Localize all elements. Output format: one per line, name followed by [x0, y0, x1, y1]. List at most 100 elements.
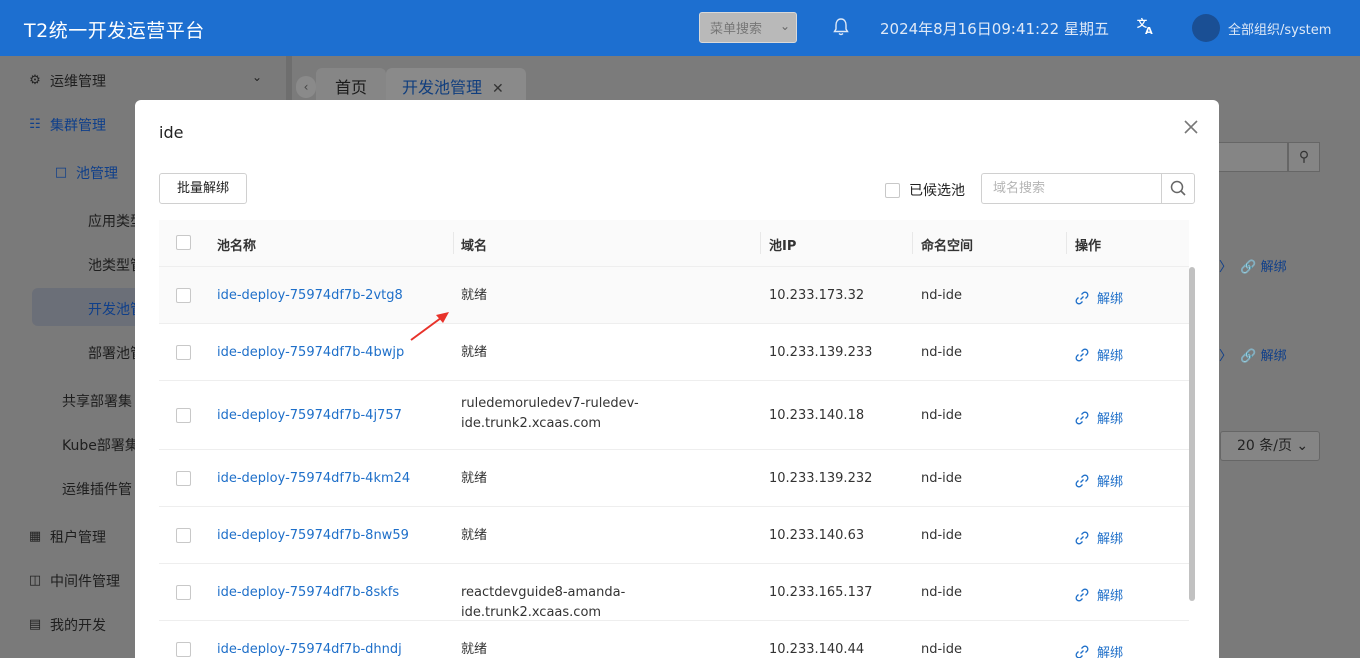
tab-scroll-left-icon[interactable]: ‹ — [296, 76, 316, 98]
table-scrollbar[interactable] — [1189, 267, 1195, 601]
close-icon[interactable]: ✕ — [492, 81, 504, 97]
select-all-checkbox[interactable] — [176, 235, 191, 250]
unbind-button[interactable]: 解绑 — [1075, 408, 1123, 427]
candidate-pool-checkbox[interactable]: 已候选池 — [885, 180, 965, 200]
sidebar-item-kube-deploy[interactable]: Kube部署集 — [62, 435, 139, 455]
bg-page-size-select: 20 条/页 ⌄ — [1220, 431, 1320, 461]
sidebar-item-shared-deploy[interactable]: 共享部署集 — [62, 391, 132, 411]
domain-cell: ruledemoruledev7-ruledev-ide.trunk2.xcaa… — [461, 396, 639, 431]
link-icon — [1075, 348, 1089, 361]
domain-search-input[interactable] — [981, 173, 1163, 204]
pool-name-link[interactable]: ide-deploy-75974df7b-4km24 — [217, 471, 410, 486]
row-checkbox[interactable] — [176, 642, 191, 657]
column-divider — [453, 232, 454, 254]
pool-name-link[interactable]: ide-deploy-75974df7b-2vtg8 — [217, 288, 403, 303]
row-checkbox[interactable] — [176, 345, 191, 360]
search-icon — [1170, 180, 1186, 196]
unbind-button[interactable]: 解绑 — [1075, 528, 1123, 547]
link-icon — [1075, 474, 1089, 487]
folder-icon: □ — [54, 165, 68, 180]
pool-ip-cell: 10.233.140.63 — [769, 528, 865, 543]
cluster-icon: ☷ — [29, 117, 41, 132]
search-button[interactable] — [1161, 173, 1195, 204]
gear-icon: ⚙ — [29, 73, 41, 88]
table-row: ide-deploy-75974df7b-8nw59 就绪 10.233.140.6… — [159, 507, 1189, 564]
namespace-cell: nd-ide — [921, 642, 963, 657]
sidebar-item-ops[interactable]: ⚙ 运维管理 — [28, 71, 106, 91]
column-divider — [912, 232, 913, 254]
link-icon — [1075, 411, 1089, 424]
sidebar-item-label: 中间件管理 — [50, 574, 120, 590]
pool-name-link[interactable]: ide-deploy-75974df7b-8skfs — [217, 585, 399, 600]
datetime-display: 2024年8月16日09:41:22 星期五 — [880, 20, 1109, 38]
checkbox[interactable] — [885, 182, 900, 198]
table-header: 池名称 域名 池IP 命名空间 操作 — [159, 220, 1189, 267]
dialog-title: ide — [159, 123, 184, 142]
table-row: ide-deploy-75974df7b-4km24 就绪 10.233.139.2… — [159, 450, 1189, 507]
bg-action-label: 解绑 — [1260, 260, 1287, 275]
table-row: ide-deploy-75974df7b-8skfs reactdevguide8… — [159, 564, 1189, 621]
column-header-namespace: 命名空间 — [921, 239, 974, 254]
link-icon — [1075, 531, 1089, 544]
unbind-button[interactable]: 解绑 — [1075, 471, 1123, 490]
sidebar-item-middleware[interactable]: ◫ 中间件管理 — [28, 571, 120, 591]
table-row: ide-deploy-75974df7b-2vtg8 就绪 10.233.173.3… — [159, 267, 1189, 324]
unbind-label: 解绑 — [1097, 646, 1124, 658]
dev-icon: ▤ — [28, 617, 42, 632]
close-icon[interactable] — [1181, 118, 1201, 138]
row-checkbox[interactable] — [176, 528, 191, 543]
bulk-unbind-button[interactable]: 批量解绑 — [159, 173, 247, 204]
link-icon — [1075, 645, 1089, 658]
namespace-cell: nd-ide — [921, 345, 963, 360]
avatar[interactable] — [1192, 14, 1220, 42]
unbind-label: 解绑 — [1097, 349, 1124, 364]
row-checkbox[interactable] — [176, 408, 191, 423]
bg-row-action: 〉 🔗 解绑 — [1219, 260, 1287, 275]
sidebar-item-label: 池管理 — [76, 166, 118, 182]
sidebar-item-label: 共享部署集 — [62, 394, 132, 410]
unbind-button[interactable]: 解绑 — [1075, 642, 1123, 658]
pool-ip-cell: 10.233.140.18 — [769, 408, 865, 423]
page-size-label: 20 条/页 — [1237, 438, 1292, 454]
namespace-cell: nd-ide — [921, 471, 963, 486]
namespace-cell: nd-ide — [921, 528, 963, 543]
row-checkbox[interactable] — [176, 471, 191, 486]
language-icon[interactable]: 文A — [1137, 17, 1155, 39]
pool-name-link[interactable]: ide-deploy-75974df7b-dhndj — [217, 642, 402, 657]
unbind-button[interactable]: 解绑 — [1075, 585, 1123, 604]
column-header-name: 池名称 — [217, 239, 257, 254]
svg-text:A: A — [1145, 26, 1153, 35]
sidebar-item-cluster[interactable]: ☷ 集群管理 — [28, 115, 106, 135]
pool-name-link[interactable]: ide-deploy-75974df7b-8nw59 — [217, 528, 409, 543]
sidebar-item-my-dev[interactable]: ▤ 我的开发 — [28, 615, 106, 635]
bell-icon[interactable] — [833, 18, 849, 36]
unbind-button[interactable]: 解绑 — [1075, 288, 1123, 307]
table-row: ide-deploy-75974df7b-dhndj 就绪 10.233.140.4… — [159, 621, 1189, 658]
column-header-action: 操作 — [1075, 239, 1102, 254]
middleware-icon: ◫ — [28, 573, 42, 588]
app-logo[interactable]: T2统一开发运营平台 — [24, 16, 205, 43]
pool-dialog: ide 批量解绑 已候选池 池名称 域名 池IP 命名空间 操作 ide-dep… — [135, 100, 1219, 658]
sidebar-item-label: 我的开发 — [50, 618, 106, 634]
pool-ip-cell: 10.233.139.232 — [769, 471, 873, 486]
candidate-pool-label: 已候选池 — [909, 183, 965, 199]
row-checkbox[interactable] — [176, 585, 191, 600]
namespace-cell: nd-ide — [921, 585, 963, 600]
pool-name-link[interactable]: ide-deploy-75974df7b-4bwjp — [217, 345, 404, 360]
bg-search-input — [1218, 142, 1288, 172]
tab-label: 开发池管理 — [402, 78, 483, 97]
sidebar-item-tenant[interactable]: ▦ 租户管理 — [28, 527, 106, 547]
chevron-down-icon[interactable]: ⌄ — [252, 70, 262, 84]
menu-search-label: 菜单搜索 — [710, 22, 763, 37]
unbind-label: 解绑 — [1097, 532, 1124, 547]
menu-search-select[interactable]: 菜单搜索 ⌄ — [699, 12, 797, 43]
unbind-button[interactable]: 解绑 — [1075, 345, 1123, 364]
pool-ip-cell: 10.233.140.44 — [769, 642, 865, 657]
row-checkbox[interactable] — [176, 288, 191, 303]
link-icon — [1075, 588, 1089, 601]
org-selector[interactable]: 全部组织/system — [1228, 19, 1331, 38]
sidebar-item-ops-plugin[interactable]: 运维插件管 — [62, 479, 132, 499]
pool-name-link[interactable]: ide-deploy-75974df7b-4j757 — [217, 408, 402, 423]
sidebar-item-pool[interactable]: □ 池管理 — [54, 163, 118, 183]
unbind-label: 解绑 — [1097, 475, 1124, 490]
